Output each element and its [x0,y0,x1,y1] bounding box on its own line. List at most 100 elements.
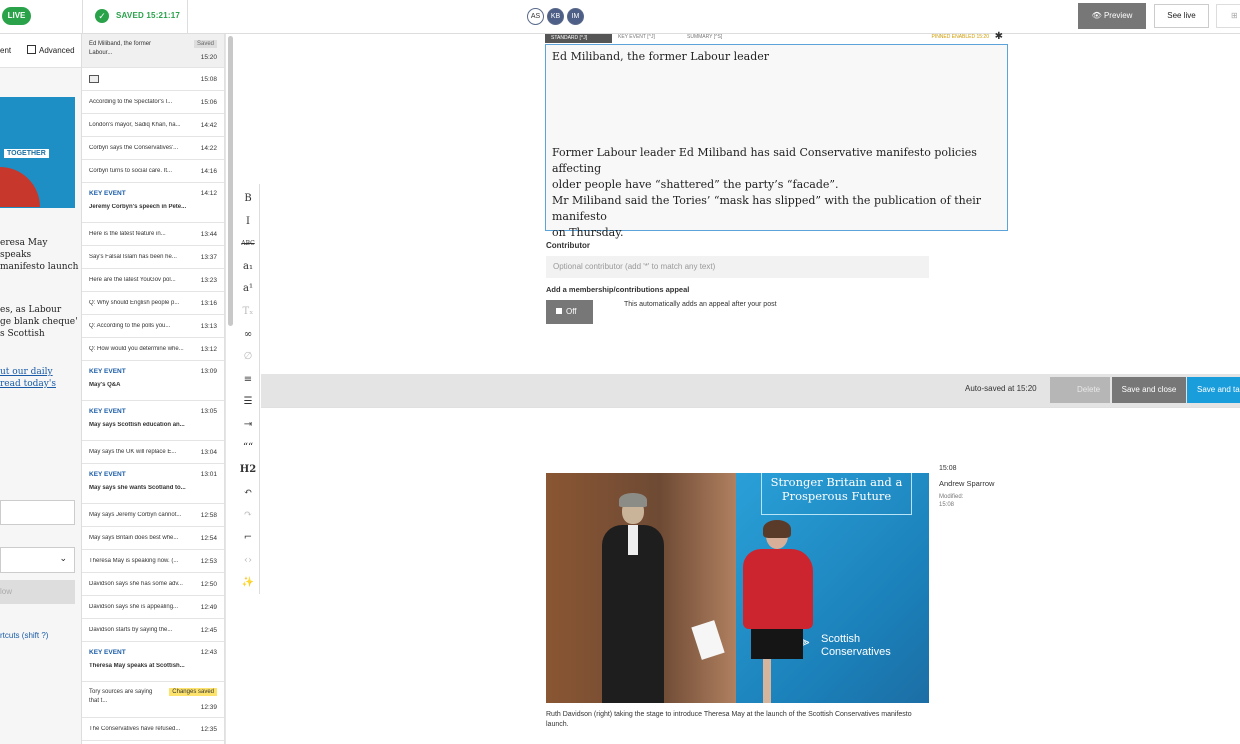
eye-icon: 👁 [1091,11,1102,20]
bullet-list-icon[interactable]: ≡ [236,369,260,391]
status-badge: Changes saved [169,688,217,696]
thumbnail-shape [0,167,40,207]
strikethrough-icon[interactable]: ABC [236,233,260,255]
numbered-list-icon[interactable]: ☰ [236,391,260,413]
feed-item[interactable]: Corbyn says the Conservatives'... 14:22 [82,137,224,160]
feed-item[interactable]: Davidson says she is appealing... 12:49 [82,596,224,619]
tab-key-event[interactable]: KEY EVENT [^J] [618,34,655,40]
post-editor[interactable]: Ed Miliband, the former Labour leader Fo… [545,44,1008,239]
left-select[interactable]: ⌄ [0,547,75,573]
feed-item-time: 13:23 [200,277,217,284]
story-thumbnail[interactable]: TOGETHER [0,97,75,208]
feed-item-time: 12:45 [200,627,217,634]
feed-item[interactable]: Q: According to the polls you... 13:13 [82,315,224,338]
more-button[interactable]: ⊞ [1216,4,1240,28]
key-event-label: KEY EVENT [89,471,126,478]
feed-item[interactable]: Davidson says she has some adv... 12:50 [82,573,224,596]
avatar[interactable]: KB [547,8,564,25]
live-badge[interactable]: LIVE [2,7,31,25]
feed-item[interactable]: Corbyn turns to social care. It... 14:16 [82,160,224,183]
feed-item[interactable]: May says Jeremy Corbyn cannot... 12:58 [82,504,224,527]
feed-item[interactable]: Ed Miliband, the former Labour... Saved 15… [82,34,224,68]
post-image[interactable]: Stronger Britain and a Prosperous Future… [546,473,929,703]
undo-icon[interactable]: ↶ [236,482,260,504]
feed-item[interactable]: Say's Falsal Islam has been he... 13:37 [82,246,224,269]
feed-item-text: London's mayor, Sadiq Khan, ha... [89,122,181,128]
appeal-toggle[interactable]: Off [546,300,593,324]
feed-item-time: 13:05 [200,408,217,415]
feed-scrollbar[interactable] [228,36,233,326]
feed-item-text: May says Scottish education an... [89,422,185,428]
indent-icon[interactable]: ⇥ [236,414,260,436]
feed-item-text: Davidson says she is appealing... [89,604,179,610]
left-input[interactable] [0,500,75,525]
feed-item[interactable]: KEY EVENT May says Scottish education an.… [82,401,224,441]
pin-icon[interactable]: ✱ [995,31,1003,42]
feed-item[interactable]: KEY EVENT May's Q&A 13:09 [82,361,224,401]
quote-icon[interactable]: ““ [236,437,260,459]
preview-button[interactable]: 👁 Preview [1078,3,1146,29]
embed-icon[interactable]: ⌐ [236,527,260,549]
clear-format-icon[interactable]: Tₓ [236,301,260,323]
code-icon[interactable]: ‹› [236,550,260,572]
image-logo: ⫸ Scottish Conservatives [801,633,891,658]
feed-item[interactable]: KEY EVENT May says she wants Scotland to.… [82,464,224,504]
feed-item[interactable]: Q: How would you determine whe... 13:12 [82,338,224,361]
appeal-help-text: This automatically adds an appeal after … [624,301,777,308]
feed-item-time: 14:22 [200,145,217,152]
save-close-button[interactable]: Save and close [1112,377,1186,403]
delete-button[interactable]: Delete [1050,377,1110,403]
feed-item-time: 12:49 [200,604,217,611]
feed-item[interactable]: Q: Why should English people p... 13:16 [82,292,224,315]
check-icon: ✓ [95,9,109,23]
italic-icon[interactable]: I [236,211,260,233]
feed-item[interactable]: Here is the latest feature in... 13:44 [82,223,224,246]
link-icon[interactable]: ∞ [236,324,260,346]
feed-item-text: Q: Why should English people p... [89,300,180,306]
feed-item[interactable]: KEY EVENT Theresa May speaks at Scottish.… [82,642,224,682]
feed-item[interactable]: Davidson starts by saying the... 12:45 [82,619,224,642]
feed-item[interactable]: London's mayor, Sadiq Khan, ha... 14:42 [82,114,224,137]
feed-item[interactable]: KEY EVENT Jeremy Corbyn's speech in Pete.… [82,183,224,223]
key-event-label: KEY EVENT [89,368,126,375]
tab-summary[interactable]: SUMMARY [^S] [687,34,722,40]
feed-item-text: Theresa May is speaking now. (... [89,558,179,564]
feed-item[interactable]: Theresa May is speaking now. (... 12:53 [82,550,224,573]
magic-wand-icon[interactable]: ✨ [236,572,260,594]
feed-item[interactable]: May says Britain does best whe... 12:54 [82,527,224,550]
key-event-label: KEY EVENT [89,190,126,197]
left-button[interactable]: low [0,580,75,604]
feed-item[interactable]: May says the UK will replace E... 13:04 [82,441,224,464]
unlink-icon[interactable]: ∅ [236,346,260,368]
tab-advanced[interactable]: Advanced [27,45,75,55]
tab-partial[interactable]: ent [0,46,11,55]
feed-item-text: May says the UK will replace E... [89,449,177,455]
feed-item[interactable]: Tory sources are saying that t... Changes… [82,682,224,718]
feed-item[interactable]: 15:08 [82,68,224,91]
feed-item[interactable]: According to the Spectator's I... 15:06 [82,91,224,114]
post-heading: Ed Miliband, the former Labour leader [552,50,770,63]
post-feed: Ed Miliband, the former Labour... Saved 15… [82,34,225,744]
feed-item-time: 15:08 [200,76,217,83]
feed-item[interactable]: Here are the latest YouGov pol... 13:23 [82,269,224,292]
heading-icon[interactable]: H2 [236,459,260,481]
story-links[interactable]: ut our daily read today's [0,366,56,390]
save-button[interactable]: Save and ta [1187,377,1240,403]
tab-standard[interactable]: STANDARD [^J] [545,34,612,43]
feed-item-time: 12:39 [200,704,217,711]
avatar[interactable]: AS [527,8,544,25]
avatar[interactable]: IM [567,8,584,25]
feed-item[interactable]: The Conservatives have refused... 12:35 [82,718,224,741]
appeal-label: Add a membership/contributions appeal [546,285,690,294]
shortcuts-link[interactable]: rtcuts (shift ?) [0,631,48,640]
bold-icon[interactable]: B [236,188,260,210]
redo-icon[interactable]: ↷ [236,504,260,526]
see-live-button[interactable]: See live [1154,4,1209,28]
feed-item-time: 13:13 [200,323,217,330]
figure-right [721,520,821,703]
subscript-icon[interactable]: a₁ [236,256,260,278]
key-event-label: KEY EVENT [89,408,126,415]
superscript-icon[interactable]: a¹ [236,278,260,300]
contributor-input[interactable]: Optional contributor (add '*' to match a… [546,256,929,278]
feed-item-text: Jeremy Corbyn's speech in Pete... [89,204,187,210]
